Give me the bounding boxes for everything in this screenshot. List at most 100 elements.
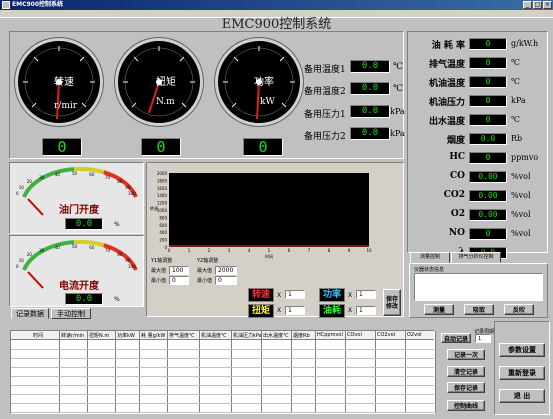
param-unit: %vol xyxy=(511,172,531,181)
tab-measure-control[interactable]: 测量控制 xyxy=(410,252,450,263)
series-torque-input[interactable]: 1 xyxy=(285,306,305,315)
gauge-tick-label: 100 xyxy=(128,264,136,269)
auto-record-button[interactable]: 自动记录 xyxy=(441,333,471,343)
param-unit: %vol xyxy=(511,191,531,200)
param-value: 0 xyxy=(469,114,507,126)
window-titlebar: EMC900控制系统 xyxy=(0,0,553,10)
param-label: 出水温度 xyxy=(428,117,465,127)
y-tick-label: 800 xyxy=(159,215,167,220)
y1-min-input[interactable]: 0 xyxy=(169,276,189,285)
spare-temp1-unit: ℃ xyxy=(393,62,404,72)
x-tick-label: 1 xyxy=(188,248,191,253)
throttle-unit: % xyxy=(114,221,120,228)
y-tick-label: 1200 xyxy=(157,201,168,206)
series-fuel-input[interactable]: 1 xyxy=(356,306,376,315)
row-divider xyxy=(11,367,434,368)
row-divider xyxy=(11,376,434,377)
column-divider xyxy=(199,331,200,413)
param-value: 0 xyxy=(469,57,507,69)
param-unit: g/kW.h xyxy=(511,39,539,48)
record-once-button[interactable]: 记录一次 xyxy=(447,349,485,360)
parameter-settings-button[interactable]: 参数设置 xyxy=(499,343,545,357)
series-power-input[interactable]: 1 xyxy=(356,290,376,299)
clear-records-button[interactable]: 清空记录 xyxy=(447,366,485,377)
param-row: 排气温度 0 ℃ xyxy=(407,55,548,71)
spare-press1-label: 备用压力1 xyxy=(304,110,346,120)
exit-button[interactable]: 退 出 xyxy=(499,389,545,403)
tab-manual-control[interactable]: 手动控制 xyxy=(51,308,91,319)
maximize-button[interactable]: □ xyxy=(533,1,542,9)
param-label: O2 xyxy=(450,209,465,219)
measure-button[interactable]: 测量 xyxy=(424,304,454,315)
app-title: EMC900控制系统 xyxy=(221,17,332,32)
current-readout: 0.0 xyxy=(65,293,103,305)
dial-panel: 转速 r/mir 0 扭矩 N.m 0 功率 kW 0 备用温度1 0.0 ℃ … xyxy=(9,31,405,159)
save-changes-button[interactable]: 保存修改 xyxy=(383,289,401,316)
param-value: 0.00 xyxy=(469,190,507,202)
series-fuel-chip[interactable]: 油耗 xyxy=(319,304,345,318)
row-divider xyxy=(11,394,434,395)
x-tick-label: 4 xyxy=(248,248,251,253)
row-divider xyxy=(11,358,434,359)
throttle-label: 油门开度 xyxy=(59,205,99,216)
y-tick-label: 600 xyxy=(159,223,167,228)
blowback-button[interactable]: 反吹 xyxy=(504,304,534,315)
power-dial-unit: kW xyxy=(260,97,275,107)
current-gauge-panel: 0 10 20 30 40 50 60 70 80 90 100 电流开度 0.0 % xyxy=(9,235,144,307)
series-torque-chip[interactable]: 扭矩 xyxy=(248,304,274,318)
minimize-button[interactable]: _ xyxy=(523,1,532,9)
close-button[interactable]: × xyxy=(543,1,552,9)
current-label: 电流开度 xyxy=(59,281,99,292)
param-unit: ppmvo xyxy=(511,153,539,162)
record-table[interactable]: 时间 转速r/min 扭矩N.m 功率kW 耗 量g/kW 排气温度℃ 机油温度℃ 机油压力k… xyxy=(10,330,436,414)
param-label: 油 耗 率 xyxy=(431,41,465,51)
series-speed-chip[interactable]: 转速 xyxy=(248,288,274,302)
gauge-tick-label: 70 xyxy=(104,174,110,180)
gauge-tick-label: 90 xyxy=(125,184,131,190)
draw-button[interactable]: 吸取 xyxy=(464,304,494,315)
column-divider xyxy=(291,331,292,413)
tab-record-data[interactable]: 记录数据 xyxy=(11,308,49,319)
gauge-tick-label: 60 xyxy=(89,244,95,250)
param-row: CO 0.00 %vol xyxy=(407,169,548,185)
y-tick-label: 1800 xyxy=(157,178,168,183)
y-tick-label: 2000 xyxy=(157,171,168,176)
param-label: CO2 xyxy=(443,190,465,200)
spare-press2-unit: kPa xyxy=(390,129,405,138)
y2-min-input[interactable]: 0 xyxy=(215,276,237,285)
speed-dial-unit: r/mir xyxy=(54,101,78,111)
app-icon xyxy=(2,1,10,9)
spare-temp2-label: 备用温度2 xyxy=(304,87,346,97)
series-power-chip[interactable]: 功率 xyxy=(319,288,345,302)
param-row: 出水温度 0 ℃ xyxy=(407,112,548,128)
param-value: 0.00 xyxy=(469,209,507,221)
row-divider xyxy=(11,349,434,350)
gauge-tick-label: 50 xyxy=(72,244,78,249)
series-speed-input[interactable]: 1 xyxy=(285,290,305,299)
column-divider xyxy=(59,331,60,413)
y1-max-input[interactable]: 100 xyxy=(169,266,189,275)
series-power-axis: X xyxy=(348,292,353,299)
speed-dial-label: 转速 xyxy=(54,77,74,88)
torque-dial-unit: N.m xyxy=(156,97,175,107)
param-label: 机油压力 xyxy=(428,98,465,108)
row-divider xyxy=(11,403,434,404)
column-divider xyxy=(435,331,436,413)
param-unit: ℃ xyxy=(511,77,520,86)
y2-max-input[interactable]: 2000 xyxy=(215,266,237,275)
chart-plot-area xyxy=(169,173,369,247)
param-unit: ℃ xyxy=(511,58,520,67)
gauge-tick-label: 80 xyxy=(117,252,123,258)
control-curve-button[interactable]: 控制曲线 xyxy=(447,400,485,411)
save-records-button[interactable]: 保存记录 xyxy=(447,382,485,393)
x-tick-label: 8 xyxy=(328,248,331,253)
gauge-tick-label: 20 xyxy=(26,179,32,185)
relogin-button[interactable]: 重新登录 xyxy=(499,366,545,380)
interval-input[interactable]: 1 xyxy=(475,334,491,343)
power-readout: 0 xyxy=(243,138,283,156)
current-gauge-ticks: 0 10 20 30 40 50 60 70 80 90 100 xyxy=(10,244,143,269)
chart-svg: 20001800160014001200100080060040020000 1 2… xyxy=(150,171,372,259)
spare-temp1-value: 0.0 xyxy=(350,60,390,73)
param-row: HC 0 ppmvo xyxy=(407,150,548,166)
tab-analyzer-control[interactable]: 排气分析仪控制 xyxy=(451,252,501,263)
